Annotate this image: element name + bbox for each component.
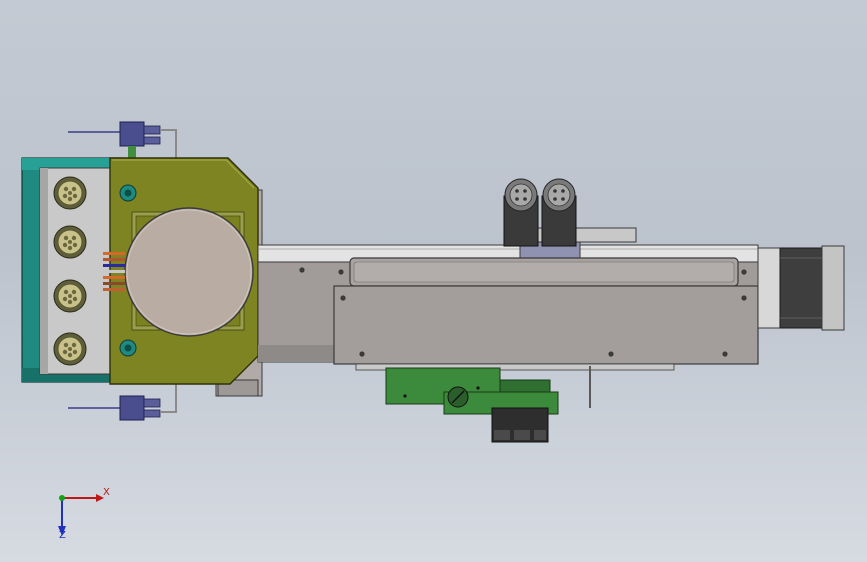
sensor-left <box>503 178 539 247</box>
screw-head-bottom <box>119 339 137 357</box>
bottom-cable-clip <box>68 384 177 421</box>
cad-model-viewport[interactable] <box>0 0 867 562</box>
pcb-board <box>355 363 675 415</box>
connector-4 <box>53 332 87 366</box>
top-cable-clip <box>68 121 177 158</box>
axis-x-label: X <box>103 487 110 498</box>
axis-z-label: Z <box>59 530 66 541</box>
terminal-block <box>491 407 549 443</box>
sensor-right <box>541 178 577 247</box>
connector-2 <box>53 225 87 259</box>
connector-1 <box>53 176 87 210</box>
connector-3 <box>53 279 87 313</box>
central-disc <box>124 207 254 337</box>
screw-head-top <box>119 184 137 202</box>
lower-cover-plate <box>333 285 759 365</box>
cover-strip <box>349 257 739 287</box>
stepper-motor <box>757 245 845 331</box>
